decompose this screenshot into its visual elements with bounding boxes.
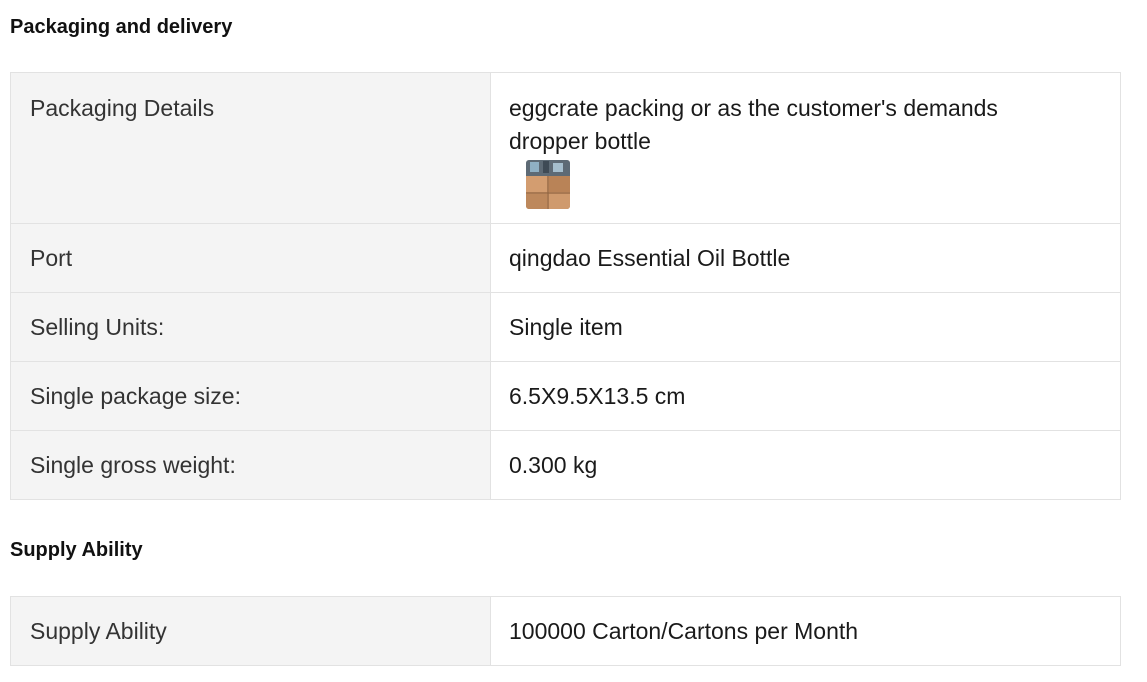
package-size-value: 6.5X9.5X13.5 cm bbox=[490, 361, 1121, 431]
table-row: Selling Units: Single item bbox=[10, 292, 1121, 362]
table-row: Packaging Details eggcrate packing or as… bbox=[10, 72, 1121, 224]
gross-weight-value: 0.300 kg bbox=[490, 430, 1121, 500]
selling-units-value: Single item bbox=[490, 292, 1121, 362]
packaging-details-value: eggcrate packing or as the customer's de… bbox=[490, 72, 1121, 224]
port-value: qingdao Essential Oil Bottle bbox=[490, 223, 1121, 293]
supply-ability-value: 100000 Carton/Cartons per Month bbox=[490, 596, 1121, 666]
port-label: Port bbox=[10, 223, 491, 293]
packaging-photo-thumbnail[interactable] bbox=[526, 160, 570, 209]
table-row: Single gross weight: 0.300 kg bbox=[10, 430, 1121, 500]
table-row: Supply Ability 100000 Carton/Cartons per… bbox=[10, 596, 1121, 666]
packaging-details-value-line1: eggcrate packing or as the customer's de… bbox=[509, 95, 998, 121]
supply-ability-table: Supply Ability 100000 Carton/Cartons per… bbox=[10, 596, 1121, 666]
product-spec-page: Packaging and delivery Packaging Details… bbox=[0, 0, 1147, 682]
packaging-details-value-line2: dropper bottle bbox=[509, 128, 651, 154]
table-row: Single package size: 6.5X9.5X13.5 cm bbox=[10, 361, 1121, 431]
packaging-delivery-heading: Packaging and delivery bbox=[10, 16, 233, 38]
packaging-photo-icon bbox=[526, 160, 570, 209]
package-size-label: Single package size: bbox=[10, 361, 491, 431]
packaging-details-label: Packaging Details bbox=[10, 72, 491, 224]
supply-ability-heading: Supply Ability bbox=[10, 539, 143, 561]
packaging-delivery-table: Packaging Details eggcrate packing or as… bbox=[10, 72, 1121, 500]
gross-weight-label: Single gross weight: bbox=[10, 430, 491, 500]
table-row: Port qingdao Essential Oil Bottle bbox=[10, 223, 1121, 293]
selling-units-label: Selling Units: bbox=[10, 292, 491, 362]
supply-ability-label: Supply Ability bbox=[10, 596, 491, 666]
